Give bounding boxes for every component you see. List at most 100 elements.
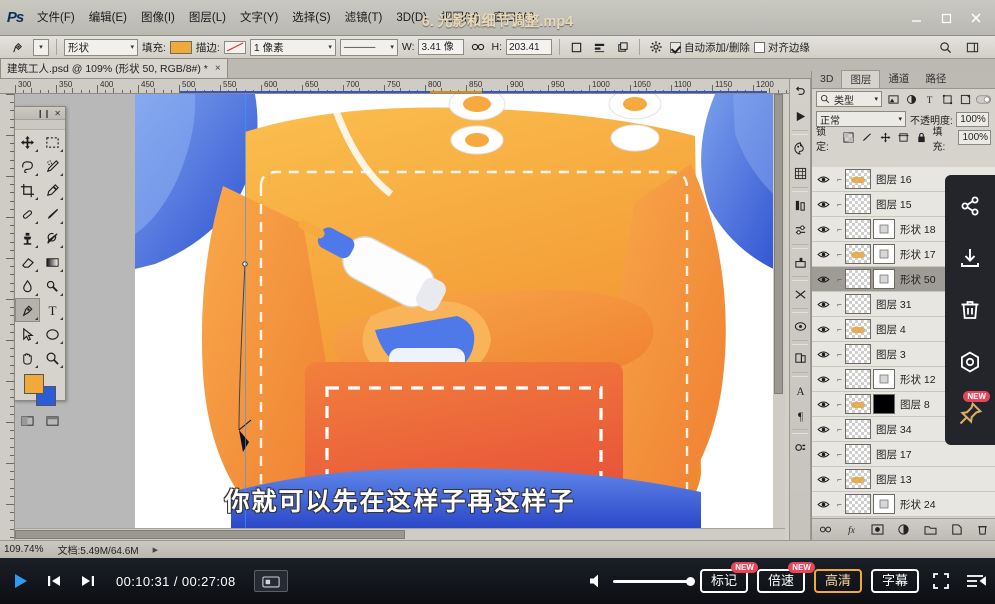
play-icon[interactable] bbox=[4, 565, 36, 597]
vector-mask-thumbnail[interactable] bbox=[873, 269, 895, 289]
vector-mask-thumbnail[interactable] bbox=[873, 369, 895, 389]
menu-item-filter[interactable]: 滤镜(T) bbox=[338, 0, 390, 36]
canvas-vertical-scrollbar[interactable] bbox=[773, 94, 785, 528]
layer-thumbnail[interactable] bbox=[845, 494, 871, 514]
document-tab[interactable]: 建筑工人.psd @ 109% (形状 50, RGB/8#) * × bbox=[0, 58, 228, 78]
lock-transparent-icon[interactable] bbox=[842, 130, 856, 145]
volume-knob[interactable] bbox=[686, 577, 695, 586]
mark-button[interactable]: NEW 标记 bbox=[700, 569, 748, 593]
layer-visibility-icon[interactable] bbox=[812, 300, 834, 309]
path-arrangement-icon[interactable] bbox=[613, 38, 632, 56]
layer-name[interactable]: 形状 50 bbox=[895, 272, 936, 287]
libraries-icon[interactable] bbox=[790, 346, 810, 371]
lock-position-icon[interactable] bbox=[878, 130, 892, 145]
path-alignment-icon[interactable] bbox=[590, 38, 609, 56]
layer-style-icon[interactable]: fx bbox=[844, 522, 859, 537]
zoom-level[interactable]: 109.74% bbox=[4, 544, 43, 555]
dodge-tool[interactable] bbox=[40, 274, 65, 298]
next-icon[interactable] bbox=[72, 565, 104, 597]
menu-item-edit[interactable]: 编辑(E) bbox=[82, 0, 134, 36]
clone-stamp-tool[interactable] bbox=[15, 226, 40, 250]
maximize-icon[interactable] bbox=[931, 1, 961, 35]
layer-visibility-icon[interactable] bbox=[812, 400, 834, 409]
menu-item-type[interactable]: 文字(Y) bbox=[233, 0, 285, 36]
pin-icon[interactable]: NEW bbox=[948, 389, 992, 439]
download-icon[interactable] bbox=[948, 233, 992, 283]
eraser-tool[interactable] bbox=[15, 250, 40, 274]
text-filter-icon[interactable]: T bbox=[922, 92, 937, 107]
fill-value[interactable]: 100% bbox=[958, 130, 991, 145]
status-expand-arrow[interactable]: ▶ bbox=[153, 546, 158, 554]
layer-mask-thumbnail[interactable] bbox=[873, 394, 895, 414]
hand-tool[interactable] bbox=[15, 346, 40, 370]
layer-name[interactable]: 图层 34 bbox=[871, 422, 912, 437]
subtitle-button[interactable]: 字幕 bbox=[871, 569, 919, 593]
layer-name[interactable]: 图层 15 bbox=[871, 197, 912, 212]
menu-item-window[interactable]: 窗口(W) bbox=[486, 0, 542, 36]
new-group-icon[interactable] bbox=[923, 522, 938, 537]
layer-visibility-icon[interactable] bbox=[812, 325, 834, 334]
snapshot-icon[interactable] bbox=[254, 570, 288, 592]
scroll-thumb[interactable] bbox=[15, 530, 405, 539]
fullscreen-icon[interactable] bbox=[928, 568, 954, 594]
layer-visibility-icon[interactable] bbox=[812, 425, 834, 434]
adjustment-filter-icon[interactable] bbox=[904, 92, 919, 107]
layer-thumbnail[interactable] bbox=[845, 419, 871, 439]
layer-name[interactable]: 图层 3 bbox=[871, 347, 906, 362]
align-edges-checkbox[interactable]: 对齐边缘 bbox=[754, 40, 810, 55]
layer-visibility-icon[interactable] bbox=[812, 175, 834, 184]
layer-visibility-icon[interactable] bbox=[812, 500, 834, 509]
lock-artboard-icon[interactable] bbox=[896, 130, 910, 145]
properties-icon[interactable] bbox=[790, 218, 810, 243]
adjustments-icon[interactable] bbox=[790, 193, 810, 218]
scroll-thumb[interactable] bbox=[774, 94, 783, 394]
layer-thumbnail[interactable] bbox=[845, 194, 871, 214]
crop-tool[interactable] bbox=[15, 178, 40, 202]
lasso-tool[interactable] bbox=[15, 154, 40, 178]
close-icon[interactable]: × bbox=[215, 63, 221, 74]
vector-mask-thumbnail[interactable] bbox=[873, 494, 895, 514]
layer-thumbnail[interactable] bbox=[845, 369, 871, 389]
swatches-icon[interactable] bbox=[790, 161, 810, 186]
canvas-area[interactable]: 你就可以先在这样子再这样子 bbox=[15, 94, 785, 540]
layer-row[interactable]: ⌐形状 24 bbox=[812, 492, 995, 517]
character-icon[interactable]: A bbox=[790, 378, 810, 403]
opacity-value[interactable]: 100% bbox=[956, 112, 989, 127]
gear-icon[interactable] bbox=[647, 38, 666, 56]
layer-thumbnail[interactable] bbox=[845, 169, 871, 189]
layer-visibility-icon[interactable] bbox=[812, 450, 834, 459]
tab-channels[interactable]: 通道 bbox=[880, 70, 917, 88]
history-brush-tool[interactable] bbox=[40, 226, 65, 250]
speed-button[interactable]: NEW 倍速 bbox=[757, 569, 805, 593]
layer-thumbnail[interactable] bbox=[845, 294, 871, 314]
eyedropper-tool[interactable] bbox=[40, 178, 65, 202]
layer-thumbnail[interactable] bbox=[845, 344, 871, 364]
healing-brush-tool[interactable] bbox=[15, 202, 40, 226]
layer-name[interactable]: 形状 17 bbox=[895, 247, 936, 262]
layer-name[interactable]: 图层 4 bbox=[871, 322, 906, 337]
vector-mask-thumbnail[interactable] bbox=[873, 219, 895, 239]
layer-name[interactable]: 图层 16 bbox=[871, 172, 912, 187]
quick-selection-tool[interactable] bbox=[40, 154, 65, 178]
tool-preset-dropdown[interactable]: ▾ bbox=[33, 39, 49, 56]
lock-all-icon[interactable] bbox=[914, 130, 928, 145]
menu-item-layer[interactable]: 图层(L) bbox=[182, 0, 233, 36]
tab-paths[interactable]: 路径 bbox=[917, 70, 954, 88]
menu-item-3d[interactable]: 3D(D) bbox=[389, 0, 434, 36]
zoom-tool[interactable] bbox=[40, 346, 65, 370]
layer-visibility-icon[interactable] bbox=[812, 350, 834, 359]
layer-visibility-icon[interactable] bbox=[812, 200, 834, 209]
layer-row[interactable]: ⌐图层 17 bbox=[812, 442, 995, 467]
path-selection-tool[interactable] bbox=[15, 322, 40, 346]
layer-row[interactable]: ⌐图层 13 bbox=[812, 467, 995, 492]
minimize-icon[interactable] bbox=[901, 1, 931, 35]
shape-filter-icon[interactable] bbox=[940, 92, 955, 107]
move-tool[interactable] bbox=[15, 130, 40, 154]
layer-visibility-icon[interactable] bbox=[812, 275, 834, 284]
layer-visibility-icon[interactable] bbox=[812, 225, 834, 234]
stroke-width-dropdown[interactable]: 1 像素▾ bbox=[250, 39, 336, 56]
link-icon[interactable] bbox=[468, 38, 487, 56]
ellipse-shape-tool[interactable] bbox=[40, 322, 65, 346]
volume-slider[interactable] bbox=[613, 580, 691, 583]
actions-icon[interactable] bbox=[790, 104, 810, 129]
